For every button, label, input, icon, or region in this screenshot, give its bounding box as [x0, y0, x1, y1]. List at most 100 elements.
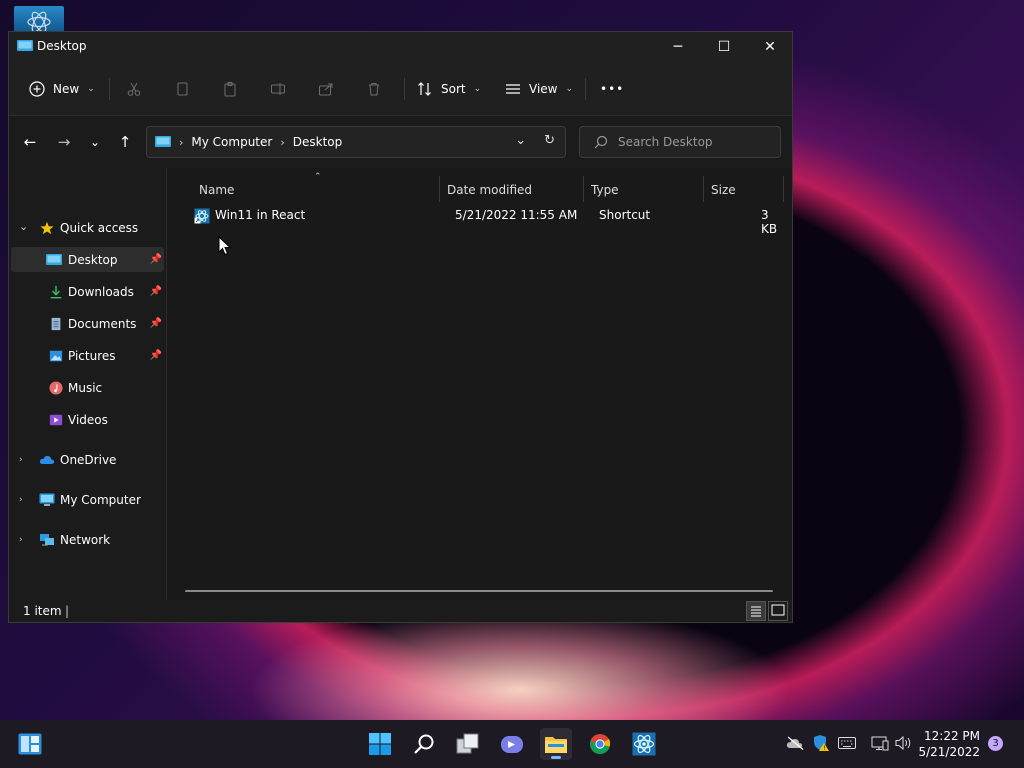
column-divider[interactable]: [583, 176, 584, 202]
toolbar-divider: [109, 78, 110, 100]
column-header-size[interactable]: Size: [711, 178, 781, 202]
widgets-button[interactable]: [14, 728, 46, 760]
sidebar-item-documents[interactable]: Documents 📌: [11, 311, 164, 336]
new-button[interactable]: New ⌄: [29, 76, 95, 102]
delete-button[interactable]: [366, 76, 382, 102]
more-options-button[interactable]: •••: [600, 76, 624, 102]
task-view-icon: [456, 733, 479, 754]
status-divider: |: [65, 604, 70, 618]
up-button[interactable]: ↑: [115, 132, 135, 152]
keyboard-icon[interactable]: [838, 736, 856, 750]
column-header-label: Date modified: [447, 183, 533, 197]
column-header-label: Type: [591, 183, 619, 197]
title-bar[interactable]: Desktop ─ ☐ ✕: [9, 32, 792, 62]
sidebar-item-music[interactable]: Music: [11, 375, 164, 400]
pin-icon: 📌: [149, 286, 162, 297]
forward-button[interactable]: →: [54, 132, 74, 152]
rename-button[interactable]: [270, 76, 286, 102]
search-input[interactable]: [618, 135, 768, 149]
react-icon: [632, 732, 656, 756]
column-header-type[interactable]: Type: [591, 178, 703, 202]
breadcrumb-my-computer[interactable]: My Computer: [191, 135, 272, 149]
svg-text:!: !: [823, 745, 825, 752]
download-icon: [50, 285, 62, 298]
onedrive-offline-icon[interactable]: [786, 736, 804, 750]
react-app-button[interactable]: [628, 728, 660, 760]
column-divider[interactable]: [439, 176, 440, 202]
notification-badge[interactable]: 3: [988, 736, 1003, 751]
taskbar: ! 12:22 PM 5/21/2022: [0, 720, 1024, 768]
column-header-date-modified[interactable]: Date modified: [447, 178, 583, 202]
star-icon: [40, 221, 54, 234]
paste-button[interactable]: [222, 76, 238, 102]
sidebar-item-videos[interactable]: Videos: [11, 407, 164, 432]
sidebar-item-pictures[interactable]: Pictures 📌: [11, 343, 164, 368]
table-row[interactable]: Win11 in React 5/21/2022 11:55 AM Shortc…: [181, 205, 781, 236]
sidebar-item-downloads[interactable]: Downloads 📌: [11, 279, 164, 304]
copy-button[interactable]: [174, 76, 190, 102]
windows-logo-icon: [369, 733, 391, 755]
desktop-folder-icon: [155, 136, 171, 147]
address-dropdown-button[interactable]: ⌄: [515, 133, 526, 148]
chevron-right-icon: ›: [19, 454, 23, 465]
rename-icon: [271, 83, 285, 95]
trash-icon: [369, 83, 379, 96]
horizontal-scrollbar[interactable]: [185, 590, 773, 592]
sidebar-item-desktop[interactable]: Desktop 📌: [11, 247, 164, 272]
pin-icon: 📌: [149, 318, 162, 329]
recent-locations-button[interactable]: ⌄: [85, 132, 105, 152]
chrome-icon: [589, 734, 611, 755]
react-shortcut-icon: [194, 208, 210, 224]
chrome-button[interactable]: [584, 728, 616, 760]
file-date-modified: 5/21/2022 11:55 AM: [455, 208, 578, 222]
security-shield-icon[interactable]: !: [812, 734, 830, 752]
column-header-label: Size: [711, 183, 736, 197]
sort-ascending-icon: ⌃: [314, 172, 322, 182]
sidebar-item-quick-access[interactable]: ⌄ Quick access: [11, 215, 164, 240]
volume-icon[interactable]: [895, 735, 913, 751]
refresh-button[interactable]: ↻: [544, 133, 555, 148]
back-button[interactable]: ←: [20, 132, 40, 152]
plus-circle-icon: [29, 81, 45, 97]
sidebar-item-label: Music: [68, 380, 103, 395]
sidebar-item-my-computer[interactable]: › My Computer: [11, 487, 164, 512]
clock[interactable]: 12:22 PM 5/21/2022: [918, 728, 980, 760]
desktop-folder-icon: [17, 40, 33, 51]
file-type: Shortcut: [599, 208, 651, 222]
sidebar-item-onedrive[interactable]: › OneDrive: [11, 447, 164, 472]
file-name: Win11 in React: [215, 208, 306, 222]
breadcrumb-desktop[interactable]: Desktop: [293, 135, 343, 149]
sidebar-item-label: My Computer: [60, 492, 141, 507]
network-icon: [40, 533, 54, 545]
file-explorer-taskbar-button[interactable]: [540, 728, 572, 760]
minimize-button[interactable]: ─: [655, 32, 701, 62]
sort-button[interactable]: Sort ⌄: [417, 76, 481, 102]
column-divider[interactable]: [783, 176, 784, 202]
close-button[interactable]: ✕: [747, 32, 793, 62]
column-divider[interactable]: [703, 176, 704, 202]
chevron-down-icon: ⌄: [87, 84, 95, 94]
sidebar-item-label: Documents: [68, 316, 137, 331]
column-header-name[interactable]: Name ⌃: [199, 172, 439, 202]
navigation-pane: ⌄ Quick access Desktop 📌 Downloads 📌 Doc…: [9, 168, 167, 600]
cloud-icon: [39, 455, 55, 464]
sidebar-item-network[interactable]: › Network: [11, 527, 164, 552]
sidebar-item-label: Pictures: [68, 348, 116, 363]
start-button[interactable]: [364, 728, 396, 760]
computer-icon: [39, 493, 55, 506]
folder-icon: [545, 737, 567, 753]
address-bar[interactable]: › My Computer › Desktop ⌄ ↻: [146, 126, 566, 158]
share-button[interactable]: [318, 76, 334, 102]
sidebar-item-label: Desktop: [68, 252, 118, 267]
maximize-button[interactable]: ☐: [701, 32, 747, 62]
task-view-button[interactable]: [452, 728, 484, 760]
search-taskbar-button[interactable]: [408, 728, 440, 760]
view-button[interactable]: View ⌄: [505, 76, 573, 102]
sidebar-item-label: OneDrive: [60, 452, 117, 467]
network-status-icon[interactable]: [871, 735, 889, 751]
details-view-button[interactable]: [746, 601, 766, 621]
search-box[interactable]: [579, 126, 781, 158]
teams-chat-button[interactable]: [496, 728, 528, 760]
large-icons-view-button[interactable]: [768, 601, 788, 621]
cut-button[interactable]: [126, 76, 142, 102]
